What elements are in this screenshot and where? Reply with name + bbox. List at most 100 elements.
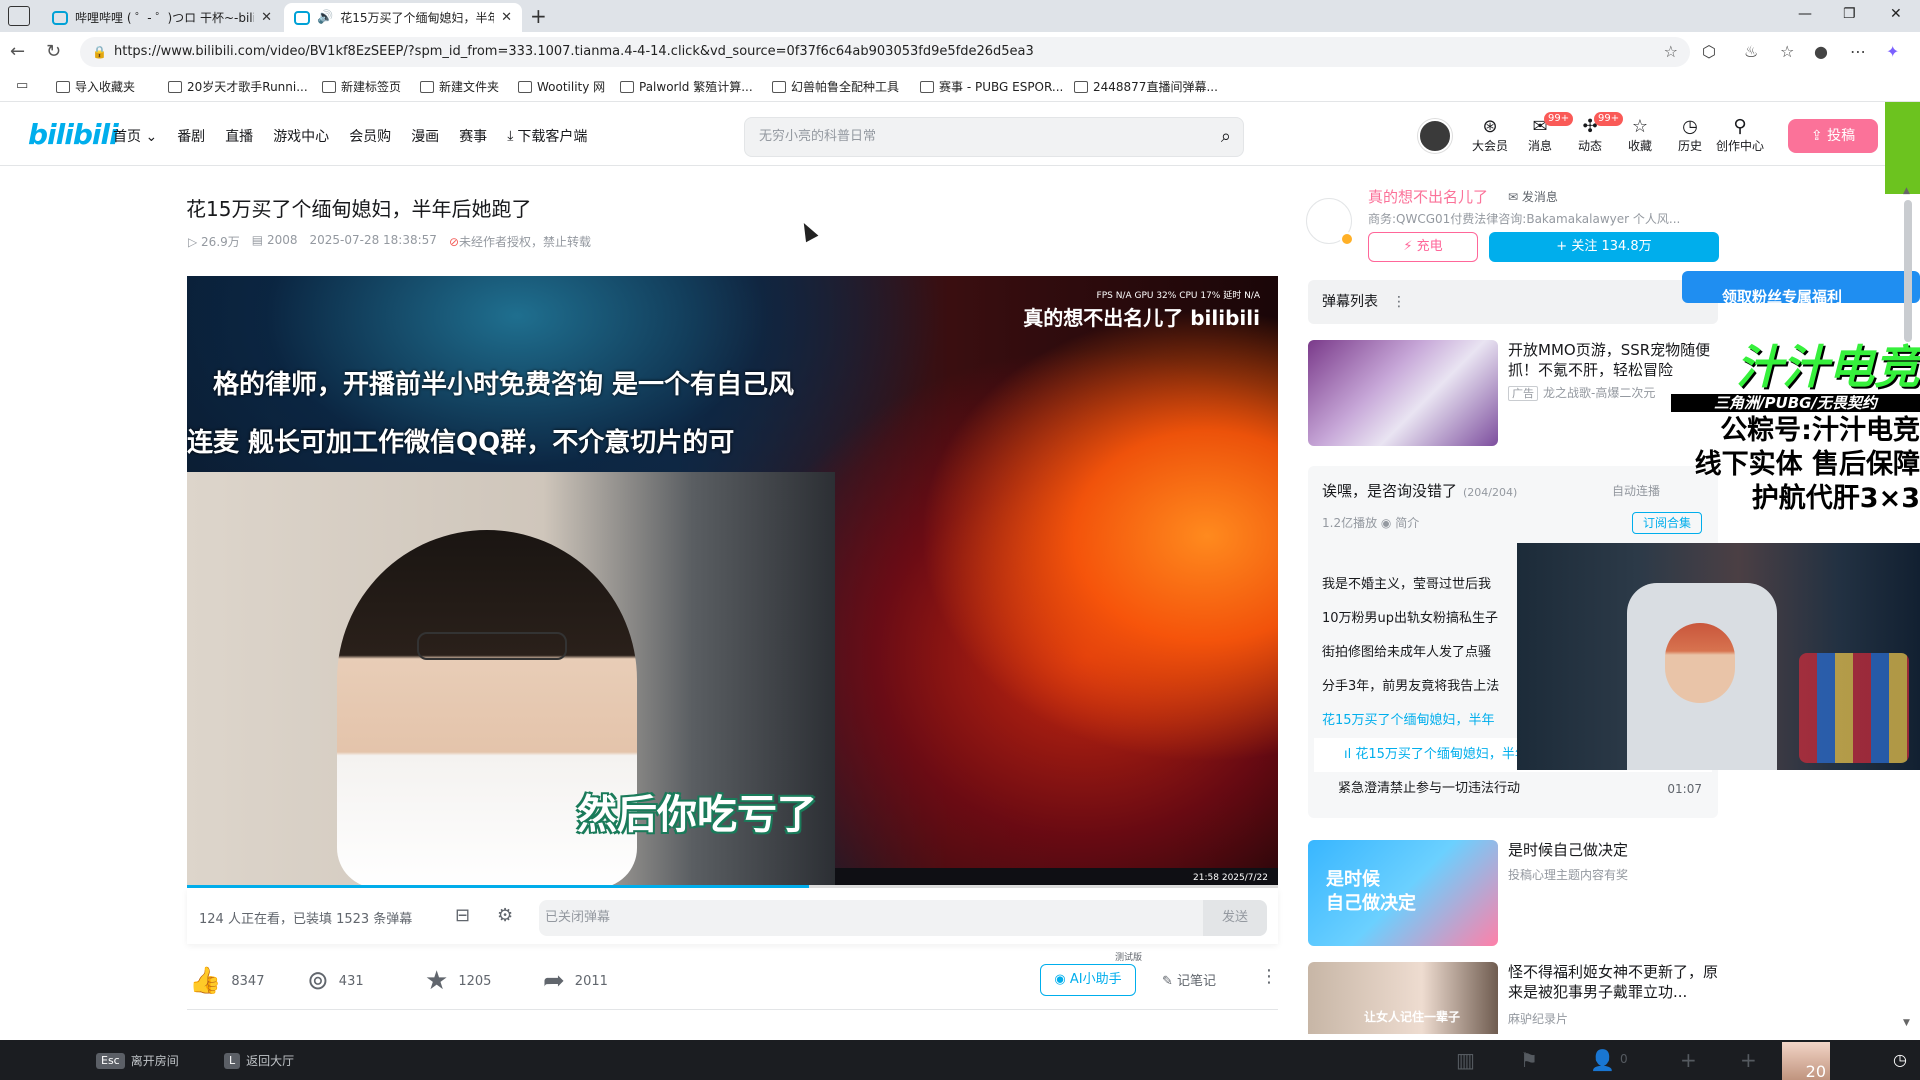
coin-button[interactable]: ⊚ 431 (307, 966, 364, 996)
bookmark-item[interactable]: Wootility 网 (518, 78, 605, 95)
header-dynamics[interactable]: ✣ 99+ 动态 (1566, 112, 1624, 154)
add-icon[interactable]: + (1680, 1048, 1697, 1072)
mail-icon: ✉ (1508, 190, 1522, 204)
copilot-icon[interactable]: ✦ (1886, 42, 1899, 61)
follow-button[interactable]: + 关注 134.8万 (1489, 232, 1719, 262)
favorite-star-icon[interactable]: ☆ (1664, 37, 1678, 67)
add-icon[interactable]: + (1740, 1048, 1757, 1072)
more-menu-icon[interactable]: ⋯ (1850, 42, 1866, 61)
refresh-icon[interactable]: ↻ (46, 41, 61, 62)
favorites-icon[interactable]: ☆ (1780, 42, 1794, 61)
bookmark-item[interactable]: 新建文件夹 (420, 78, 499, 95)
uploader-avatar[interactable] (1306, 198, 1354, 246)
recommended-card[interactable]: 是时候 自己做决定 是时候自己做决定 投稿心理主题内容有奖 (1308, 840, 1728, 948)
nav-anime[interactable]: 番剧 (177, 126, 205, 146)
more-vertical-icon[interactable]: ⋮ (1260, 966, 1278, 987)
page-scrollbar[interactable] (1904, 200, 1912, 342)
minimize-icon[interactable]: — (1798, 6, 1812, 22)
profile-avatar-icon[interactable]: ● (1814, 42, 1828, 61)
search-input[interactable]: 无穷小亮的科普日常 ⌕ (744, 117, 1244, 157)
ai-helper-button[interactable]: ◉ AI小助手 (1040, 964, 1136, 996)
ad-thumbnail[interactable] (1308, 340, 1498, 446)
header-messages[interactable]: ✉ 99+ 消息 (1516, 112, 1574, 154)
danmaku-input[interactable]: 已关闭弹幕 发送 (539, 900, 1267, 936)
user-avatar[interactable] (1418, 119, 1452, 153)
lock-icon[interactable]: 🔒 (92, 37, 107, 67)
share-button[interactable]: ➦ 2011 (543, 966, 608, 996)
header-history[interactable]: ◷ 历史 (1666, 117, 1714, 154)
speaker-icon[interactable]: 🔊 (317, 10, 333, 25)
charge-button[interactable]: ⚡ 充电 (1368, 232, 1478, 262)
rec-thumbnail[interactable]: 是时候 自己做决定 (1308, 840, 1498, 946)
tab-close-icon[interactable]: ✕ (261, 10, 272, 25)
back-to-lobby-button[interactable]: L 返回大厅 (224, 1052, 294, 1069)
rec-thumbnail[interactable]: 让女人记住一辈子 (1308, 962, 1498, 1034)
danmaku-toggle-icon[interactable]: ⊟ (455, 905, 470, 926)
more-vertical-icon[interactable]: ⋮ (1392, 294, 1406, 310)
header-creator-center[interactable]: ⚲ 创作中心 (1716, 117, 1764, 154)
flag-icon[interactable]: ⚑ (1520, 1048, 1538, 1072)
uploader-name[interactable]: 真的想不出名儿了 (1368, 186, 1488, 207)
tab-video-active[interactable]: 🔊 花15万买了个缅甸媳妇，半年后她跑了 ✕ (284, 3, 522, 32)
fan-benefit-banner[interactable]: 领取粉丝专属福利 (1682, 271, 1920, 303)
url-input[interactable]: 🔒 https://www.bilibili.com/video/BV1kf8E… (80, 37, 1690, 67)
tab-bilibili-home[interactable]: 哔哩哔哩 ( ゜- ゜)つロ 干杯~-bilibili ✕ (42, 3, 282, 32)
restore-icon[interactable]: ❐ (1843, 6, 1856, 22)
upload-button[interactable]: ⇪ 投稿 (1788, 119, 1878, 153)
person-shape (1665, 623, 1735, 703)
collection-title[interactable]: 诶嘿，是咨询没错了 (204/204) (1322, 480, 1517, 501)
nav-home[interactable]: 首页 ⌄ (113, 126, 157, 146)
nav-esports[interactable]: 赛事 (459, 126, 487, 146)
scroll-up-icon[interactable]: ▲ (1903, 186, 1910, 196)
send-message-link[interactable]: ✉ 发消息 (1508, 188, 1558, 205)
search-icon[interactable]: ⌕ (1221, 118, 1231, 156)
bookmark-item[interactable]: 新建标签页 (322, 78, 401, 95)
stats-icon[interactable]: ▥ (1456, 1048, 1475, 1072)
back-arrow-icon[interactable]: ← (10, 41, 25, 62)
collections-icon[interactable]: ▭ (16, 78, 28, 93)
recommended-card[interactable]: 让女人记住一辈子 怪不得福利姬女神不更新了，原来是被犯事男子戴罪立功... 麻驴… (1308, 962, 1728, 1034)
scroll-down-icon[interactable]: ▼ (1903, 1018, 1910, 1028)
nav-download-client[interactable]: ⤓ 下载客户端 (507, 126, 587, 146)
rec-title[interactable]: 怪不得福利姬女神不更新了，原来是被犯事男子戴罪立功... (1508, 962, 1718, 1002)
bot-icon (1074, 80, 1088, 93)
send-danmaku-button[interactable]: 发送 (1203, 900, 1267, 936)
performance-icon[interactable]: ♨ (1744, 42, 1758, 61)
rec-source: 投稿心理主题内容有奖 (1508, 868, 1629, 882)
players-icon[interactable]: 👤 (1590, 1048, 1615, 1072)
side-float-tab[interactable] (1885, 102, 1920, 194)
bookmark-item[interactable]: 导入收藏夹 (56, 78, 135, 95)
bookmark-item[interactable]: Palworld 繁殖计算... (620, 78, 753, 95)
nav-mall[interactable]: 会员购 (349, 126, 391, 146)
like-button[interactable]: 👍 8347 (189, 966, 264, 996)
danmaku-settings-icon[interactable]: ⚙ (497, 905, 513, 926)
nav-live[interactable]: 直播 (225, 126, 253, 146)
video-player[interactable]: FPS N/A GPU 32% CPU 17% 延时 N/A 真的想不出名儿了 … (187, 276, 1278, 888)
nav-manga[interactable]: 漫画 (411, 126, 439, 146)
player-avatar[interactable]: 20 (1782, 1042, 1830, 1080)
autoplay-toggle[interactable]: 自动连播 (1612, 482, 1660, 499)
bilibili-logo[interactable]: bilibili (28, 118, 119, 151)
rec-source: 麻驴纪录片 (1508, 1012, 1569, 1026)
bookmark-item[interactable]: 20岁天才歌手Runni... (168, 78, 308, 95)
close-window-icon[interactable]: ✕ (1890, 6, 1902, 22)
favorite-button[interactable]: ★ 1205 (425, 966, 491, 996)
intro-link[interactable]: 简介 (1395, 516, 1419, 530)
overlay-brand-title: 汁汁电竞 (1736, 340, 1920, 394)
bookmark-item[interactable]: 幻兽帕鲁全配种工具 (772, 78, 899, 95)
bookmark-item[interactable]: 赛事 - PUBG ESPOR... (920, 78, 1063, 95)
tab-close-icon[interactable]: ✕ (501, 10, 512, 25)
glasses-shape (417, 632, 567, 660)
list-item[interactable]: 紧急澄清禁止参与一切违法行动 01:07 (1308, 772, 1718, 806)
notes-button[interactable]: ✎ 记笔记 (1162, 970, 1216, 989)
nav-game-center[interactable]: 游戏中心 (273, 126, 329, 146)
extensions-icon[interactable]: ⬡ (1702, 42, 1716, 61)
header-favorites[interactable]: ☆ 收藏 (1616, 117, 1664, 154)
new-tab-plus-icon[interactable]: + (530, 4, 547, 28)
header-vip[interactable]: ⊛ 大会员 (1466, 117, 1514, 154)
danmaku-list-header[interactable]: 弹幕列表 ⋮ (1308, 280, 1718, 324)
rec-title[interactable]: 是时候自己做决定 (1508, 840, 1718, 860)
bookmark-item[interactable]: 2448877直播间弹幕... (1074, 78, 1218, 95)
leave-room-button[interactable]: Esc 离开房间 (96, 1052, 179, 1069)
tab-actions-icon[interactable] (8, 6, 30, 26)
